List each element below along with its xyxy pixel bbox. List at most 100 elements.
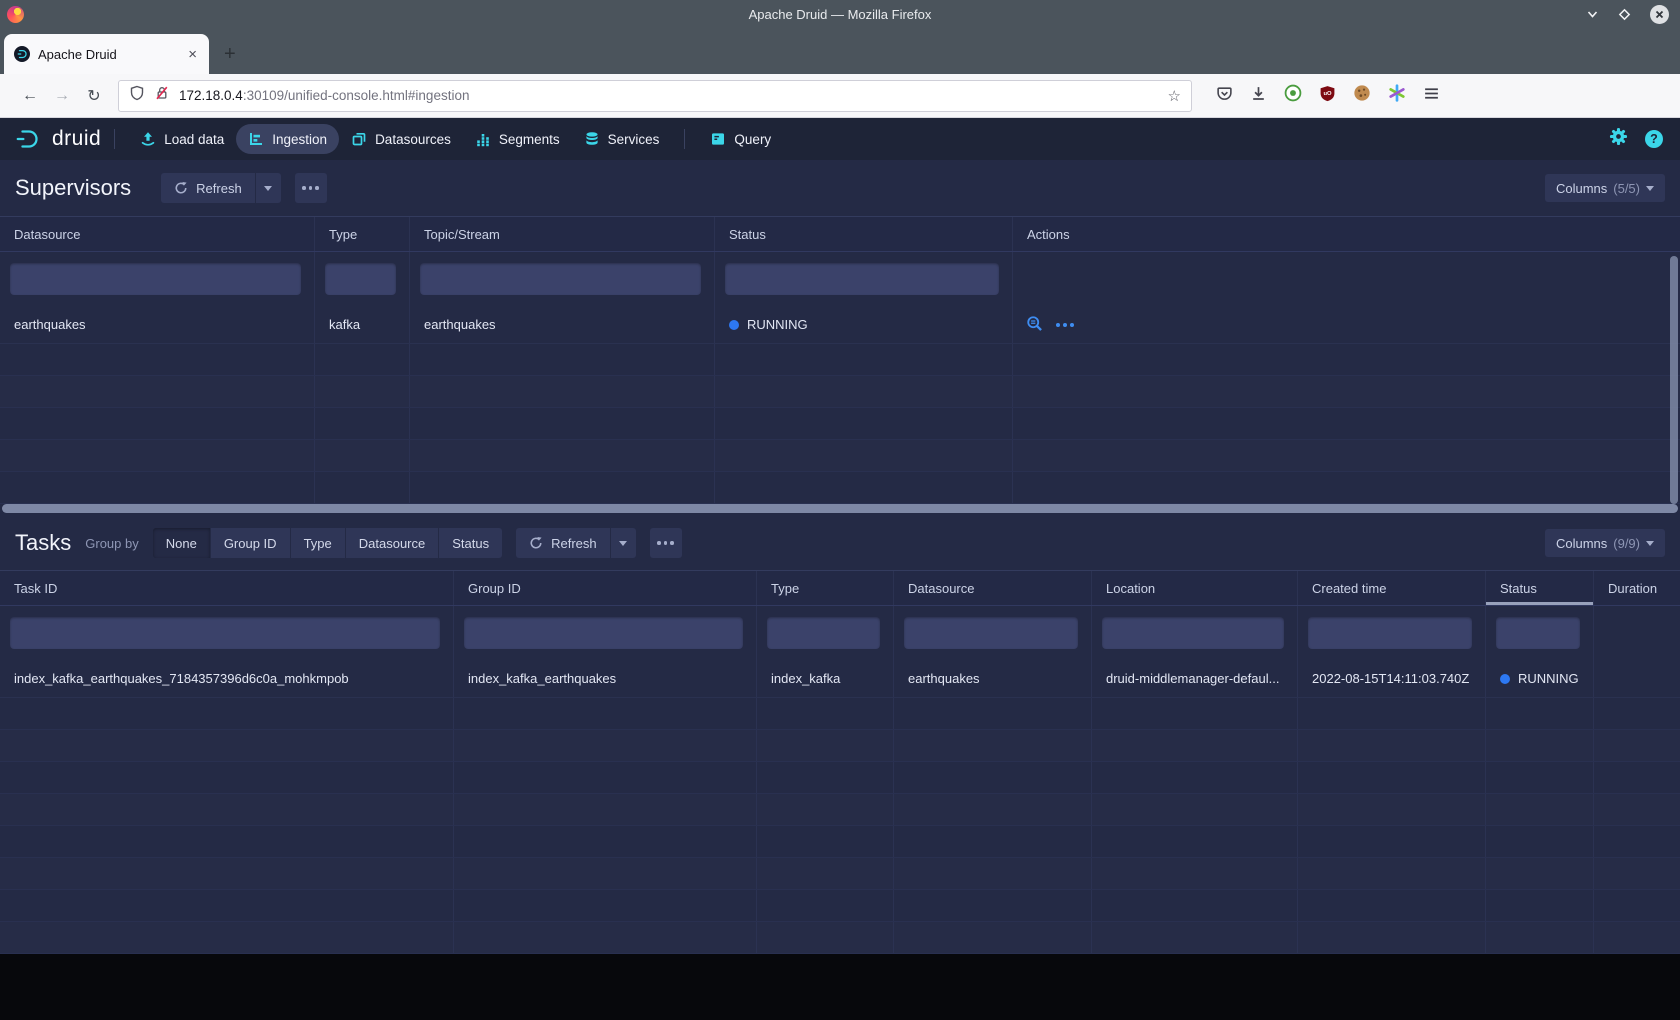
group-id-filter-input[interactable] bbox=[464, 617, 743, 649]
tasks-columns-button[interactable]: Columns (9/9) bbox=[1545, 529, 1665, 557]
forward-icon[interactable]: → bbox=[46, 87, 78, 105]
cookie-extension-icon[interactable] bbox=[1353, 84, 1371, 107]
menu-hamburger-icon[interactable] bbox=[1423, 85, 1440, 107]
status-filter-input[interactable] bbox=[725, 263, 999, 295]
bookmark-star-icon[interactable]: ☆ bbox=[1168, 87, 1181, 105]
supervisors-header-bar: Supervisors Refresh Columns (5/5) bbox=[0, 160, 1680, 216]
supervisors-refresh-caret-button[interactable] bbox=[256, 173, 281, 203]
supervisors-more-button[interactable] bbox=[295, 173, 327, 203]
new-tab-button[interactable]: + bbox=[224, 43, 236, 66]
empty-row bbox=[0, 440, 1680, 472]
group-by-status-button[interactable]: Status bbox=[439, 528, 502, 558]
column-header-actions[interactable]: Actions bbox=[1013, 217, 1680, 251]
type-filter-input[interactable] bbox=[767, 617, 880, 649]
empty-row bbox=[0, 698, 1680, 730]
datasource-filter-input[interactable] bbox=[10, 263, 301, 295]
tasks-more-button[interactable] bbox=[650, 528, 682, 558]
column-header-datasource[interactable]: Datasource bbox=[894, 571, 1092, 605]
empty-row bbox=[0, 858, 1680, 890]
task-duration bbox=[1594, 660, 1680, 697]
task-row[interactable]: index_kafka_earthquakes_7184357396d6c0a_… bbox=[0, 660, 1680, 698]
browser-toolbar: ← → ↻ 172.18.0.4:30109/unified-console.h… bbox=[0, 74, 1680, 118]
nav-item-query[interactable]: Query bbox=[698, 124, 783, 154]
supervisor-topic: earthquakes bbox=[410, 306, 715, 343]
topic-stream-filter-input[interactable] bbox=[420, 263, 701, 295]
insecure-lock-icon[interactable] bbox=[154, 85, 170, 106]
datasource-filter-input[interactable] bbox=[904, 617, 1078, 649]
column-header-status-sorted[interactable]: Status bbox=[1486, 571, 1594, 605]
column-header-datasource[interactable]: Datasource bbox=[0, 217, 315, 251]
tasks-header-bar: Tasks Group by None Group ID Type Dataso… bbox=[0, 520, 1680, 566]
druid-logo[interactable]: druid bbox=[14, 127, 101, 151]
type-filter-input[interactable] bbox=[325, 263, 396, 295]
status-filter-input[interactable] bbox=[1496, 617, 1580, 649]
nav-item-segments[interactable]: Segments bbox=[463, 124, 572, 154]
column-header-type[interactable]: Type bbox=[757, 571, 894, 605]
url-bar[interactable]: 172.18.0.4:30109/unified-console.html#in… bbox=[118, 80, 1192, 112]
supervisor-row[interactable]: earthquakes kafka earthquakes RUNNING bbox=[0, 306, 1680, 344]
supervisor-status: RUNNING bbox=[715, 306, 1013, 343]
tasks-refresh-caret-button[interactable] bbox=[611, 528, 636, 558]
supervisor-type: kafka bbox=[315, 306, 410, 343]
task-id[interactable]: index_kafka_earthquakes_7184357396d6c0a_… bbox=[0, 660, 454, 697]
druid-navbar: druid Load data Ingestion Datasources Se… bbox=[0, 118, 1680, 160]
nav-item-datasources[interactable]: Datasources bbox=[339, 124, 463, 154]
vertical-scrollbar[interactable] bbox=[1670, 256, 1678, 504]
nav-item-services[interactable]: Services bbox=[572, 124, 672, 154]
supervisor-datasource[interactable]: earthquakes bbox=[0, 306, 315, 343]
url-host: 172.18.0.4 bbox=[179, 88, 243, 103]
nav-item-ingestion[interactable]: Ingestion bbox=[236, 124, 339, 154]
group-by-type-button[interactable]: Type bbox=[291, 528, 345, 558]
column-header-status[interactable]: Status bbox=[715, 217, 1013, 251]
group-by-label: Group by bbox=[85, 536, 138, 551]
chevron-down-icon bbox=[619, 541, 627, 546]
group-by-datasource-button[interactable]: Datasource bbox=[346, 528, 438, 558]
tab-close-icon[interactable]: × bbox=[186, 46, 199, 63]
tasks-refresh-button[interactable]: Refresh bbox=[516, 528, 610, 558]
help-icon[interactable]: ? bbox=[1645, 130, 1663, 148]
empty-row bbox=[0, 794, 1680, 826]
column-header-task-id[interactable]: Task ID bbox=[0, 571, 454, 605]
tasks-filter-row bbox=[0, 606, 1680, 660]
window-maximize-icon[interactable] bbox=[1618, 8, 1631, 21]
tracking-shield-icon[interactable] bbox=[129, 85, 145, 106]
location-filter-input[interactable] bbox=[1102, 617, 1284, 649]
load-data-icon bbox=[140, 131, 156, 147]
pocket-icon[interactable] bbox=[1216, 85, 1233, 107]
ublock-icon[interactable]: uO bbox=[1319, 85, 1336, 107]
column-header-type[interactable]: Type bbox=[315, 217, 410, 251]
group-by-group-id-button[interactable]: Group ID bbox=[211, 528, 290, 558]
nav-separator bbox=[684, 129, 685, 149]
column-header-duration[interactable]: Duration bbox=[1594, 571, 1680, 605]
column-header-created-time[interactable]: Created time bbox=[1298, 571, 1486, 605]
inspect-magnifier-icon[interactable] bbox=[1026, 315, 1043, 335]
asterisk-extension-icon[interactable] bbox=[1388, 84, 1406, 107]
browser-tab[interactable]: Apache Druid × bbox=[4, 34, 209, 74]
url-text[interactable]: 172.18.0.4:30109/unified-console.html#in… bbox=[179, 88, 1159, 103]
supervisors-columns-button[interactable]: Columns (5/5) bbox=[1545, 174, 1665, 202]
segments-icon bbox=[475, 131, 491, 147]
desktop-background bbox=[0, 954, 1680, 1020]
window-titlebar: Apache Druid — Mozilla Firefox bbox=[0, 0, 1680, 28]
download-icon[interactable] bbox=[1250, 85, 1267, 107]
group-by-none-button[interactable]: None bbox=[153, 528, 210, 558]
url-path: :30109/unified-console.html#ingestion bbox=[243, 88, 470, 103]
task-id-filter-input[interactable] bbox=[10, 617, 440, 649]
tasks-empty-rows bbox=[0, 698, 1680, 954]
column-header-topic-stream[interactable]: Topic/Stream bbox=[410, 217, 715, 251]
supervisors-refresh-button[interactable]: Refresh bbox=[161, 173, 255, 203]
settings-gear-icon[interactable] bbox=[1609, 127, 1628, 151]
druid-favicon bbox=[14, 46, 30, 62]
extension-green-icon[interactable] bbox=[1284, 84, 1302, 107]
row-more-actions-icon[interactable] bbox=[1056, 323, 1074, 327]
reload-icon[interactable]: ↻ bbox=[78, 86, 110, 106]
column-header-group-id[interactable]: Group ID bbox=[454, 571, 757, 605]
created-time-filter-input[interactable] bbox=[1308, 617, 1472, 649]
window-minimize-icon[interactable] bbox=[1586, 8, 1599, 21]
column-header-location[interactable]: Location bbox=[1092, 571, 1298, 605]
window-close-icon[interactable] bbox=[1650, 5, 1669, 24]
nav-item-load-data[interactable]: Load data bbox=[128, 124, 236, 154]
horizontal-scrollbar[interactable] bbox=[2, 504, 1678, 513]
tasks-table-header: Task ID Group ID Type Datasource Locatio… bbox=[0, 570, 1680, 606]
back-icon[interactable]: ← bbox=[14, 87, 46, 105]
